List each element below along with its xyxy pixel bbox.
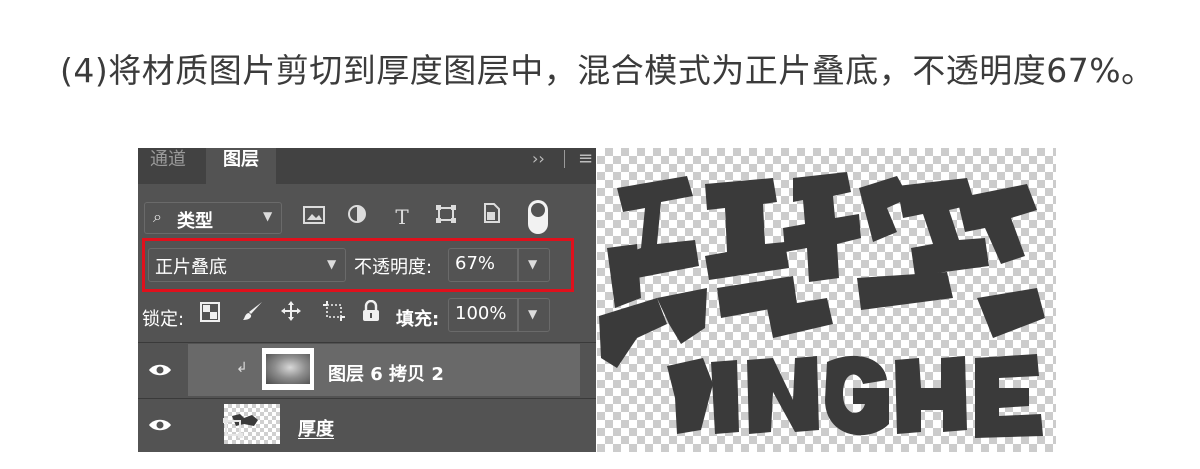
chevron-down-icon: ▼ <box>528 257 538 271</box>
eye-icon <box>149 364 171 376</box>
layer-name[interactable]: 厚度 <box>298 415 334 441</box>
layer-body[interactable]: 厚度 <box>188 399 580 451</box>
visibility-toggle[interactable] <box>138 344 184 396</box>
layers-panel: 通道 图层 ›› ≡ ⌕ 类型 ▼ T 正片叠底 ▼ 不透明度: 67% ▼ 锁… <box>138 148 596 452</box>
lock-label: 锁定: <box>142 309 185 330</box>
lock-image-pixels-icon[interactable] <box>242 300 264 330</box>
eye-icon <box>149 419 171 431</box>
tab-layers[interactable]: 图层 <box>206 148 276 184</box>
layer-name[interactable]: 图层 6 拷贝 2 <box>328 360 444 386</box>
layers-divider <box>138 342 596 343</box>
shape-filter-icon[interactable] <box>432 202 460 232</box>
collapse-panel-icon[interactable]: ›› <box>532 148 545 172</box>
search-icon: ⌕ <box>153 207 162 226</box>
panel-menu-icon[interactable]: ≡ <box>578 148 593 172</box>
layer-row-thickness[interactable]: 厚度 <box>138 398 596 451</box>
chevron-down-icon: ▼ <box>263 209 273 223</box>
fill-label: 填充: <box>396 309 440 330</box>
adjustment-filter-icon[interactable] <box>343 202 371 232</box>
fill-value: 100% <box>455 303 507 324</box>
panel-tab-bar: 通道 图层 ›› ≡ <box>138 148 596 184</box>
lock-all-icon[interactable] <box>362 299 380 330</box>
chevron-down-icon: ▼ <box>528 307 538 321</box>
artwork-illustration <box>599 172 1045 438</box>
lock-artboard-icon[interactable] <box>322 300 346 330</box>
clipping-mask-icon: ↲ <box>236 360 248 376</box>
opacity-dropdown-button[interactable]: ▼ <box>518 248 550 282</box>
layer-filter-select[interactable]: ⌕ 类型 ▼ <box>144 202 282 234</box>
lock-position-icon[interactable] <box>280 300 302 330</box>
document-canvas[interactable] <box>597 148 1056 452</box>
fill-input[interactable]: 100% <box>448 298 518 332</box>
filter-kind-label: 类型 <box>177 211 213 232</box>
opacity-value: 67% <box>455 253 496 274</box>
image-filter-icon[interactable] <box>300 202 328 232</box>
visibility-toggle[interactable] <box>138 399 184 451</box>
opacity-input[interactable]: 67% <box>448 248 518 282</box>
blend-mode-select[interactable]: 正片叠底 ▼ <box>148 248 346 282</box>
type-filter-icon[interactable]: T <box>388 202 416 232</box>
blend-mode-value: 正片叠底 <box>155 257 227 278</box>
tab-separator <box>564 150 565 168</box>
filter-toggle[interactable] <box>528 200 548 234</box>
smart-object-filter-icon[interactable] <box>478 202 506 232</box>
layer-row-texture[interactable]: ↲ 图层 6 拷贝 2 <box>138 344 596 396</box>
fill-dropdown-button[interactable]: ▼ <box>518 298 550 332</box>
lock-transparent-pixels-icon[interactable] <box>200 300 220 330</box>
layer-mask-corner-icon <box>223 418 243 438</box>
toggle-knob <box>531 203 545 217</box>
chevron-down-icon: ▼ <box>327 257 337 271</box>
layer-thumbnail <box>262 348 314 390</box>
opacity-label: 不透明度: <box>354 257 433 278</box>
tab-channels[interactable]: 通道 <box>150 148 186 184</box>
layer-body[interactable]: ↲ 图层 6 拷贝 2 <box>188 344 580 396</box>
texture-thumbnail-image <box>266 354 310 384</box>
step-caption: (4)将材质图片剪切到厚度图层中，混合模式为正片叠底，不透明度67%。 <box>60 51 1155 90</box>
